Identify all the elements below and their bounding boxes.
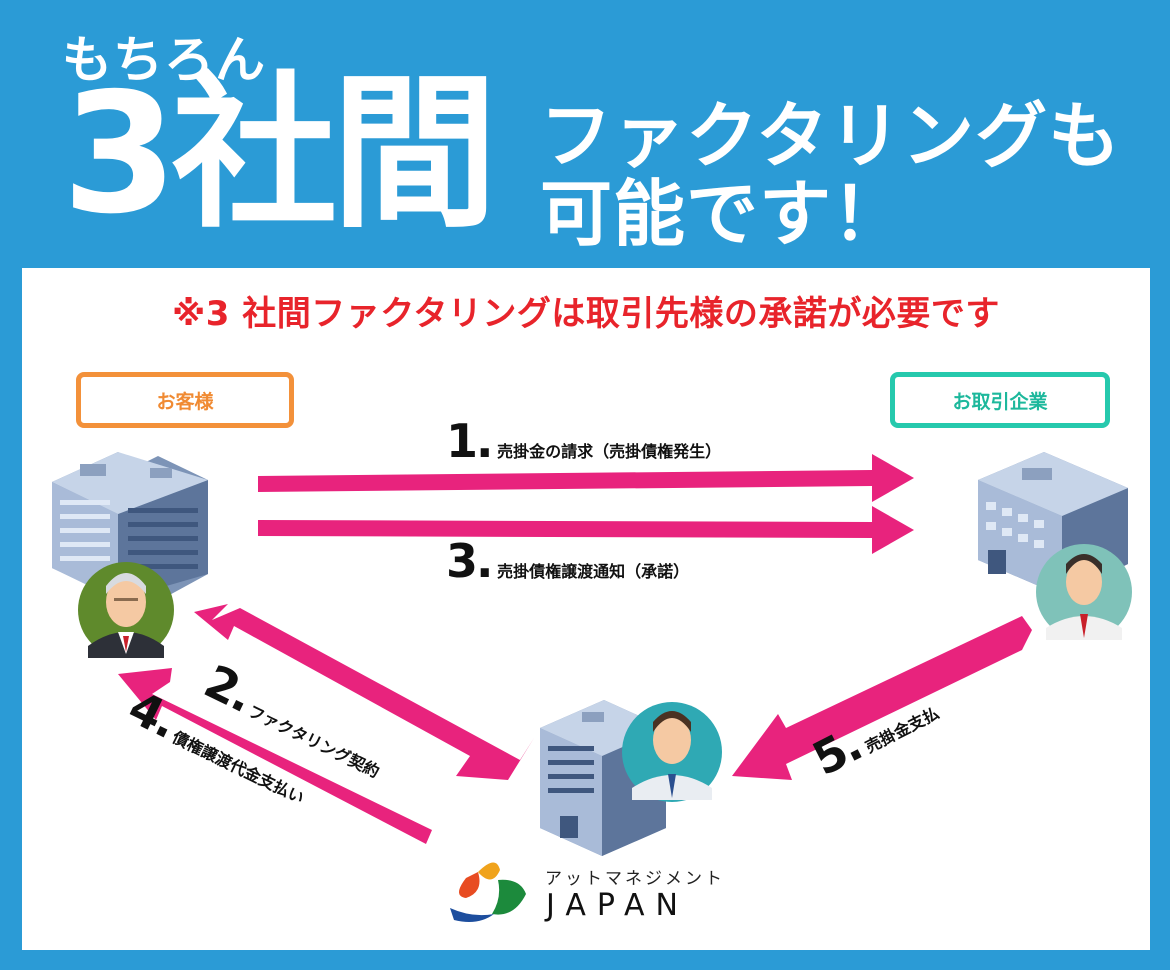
header-big-text: 3社間 [62,58,498,251]
diagram-panel: ※3 社間ファクタリングは取引先様の承諾が必要です お客様 お取引企業 1. 売… [22,268,1150,950]
factoring-company-avatar-icon [622,702,722,802]
step-1: 1. 売掛金の請求（売掛債権発生） [446,414,721,468]
customer-avatar-icon [78,562,174,658]
customer-label: お客様 [76,372,294,428]
header-line-2: 可能です！ [540,172,906,256]
header-line-1: ファクタリングも [540,94,1122,178]
step-3-text: 売掛債権譲渡通知（承諾） [497,562,690,581]
step-1-text: 売掛金の請求（売掛債権発生） [497,442,722,461]
partner-label-text: お取引企業 [952,390,1048,413]
partner-avatar-icon [1036,544,1132,640]
logo-name: JAPAN [546,888,689,923]
header: もちろん 3社間 ファクタリングも 可能です！ [0,0,1170,268]
partner-label: お取引企業 [890,372,1110,428]
step-3-number: 3. [446,534,494,588]
notice-text: ※3 社間ファクタリングは取引先様の承諾が必要です [172,294,1000,334]
logo-katakana: アットマネジメント [545,869,725,889]
company-logo-icon [450,862,526,922]
flow-diagram [52,452,1132,922]
customer-label-text: お客様 [156,390,214,413]
step-3: 3. 売掛債権譲渡通知（承諾） [446,534,689,588]
step-1-number: 1. [446,414,494,468]
